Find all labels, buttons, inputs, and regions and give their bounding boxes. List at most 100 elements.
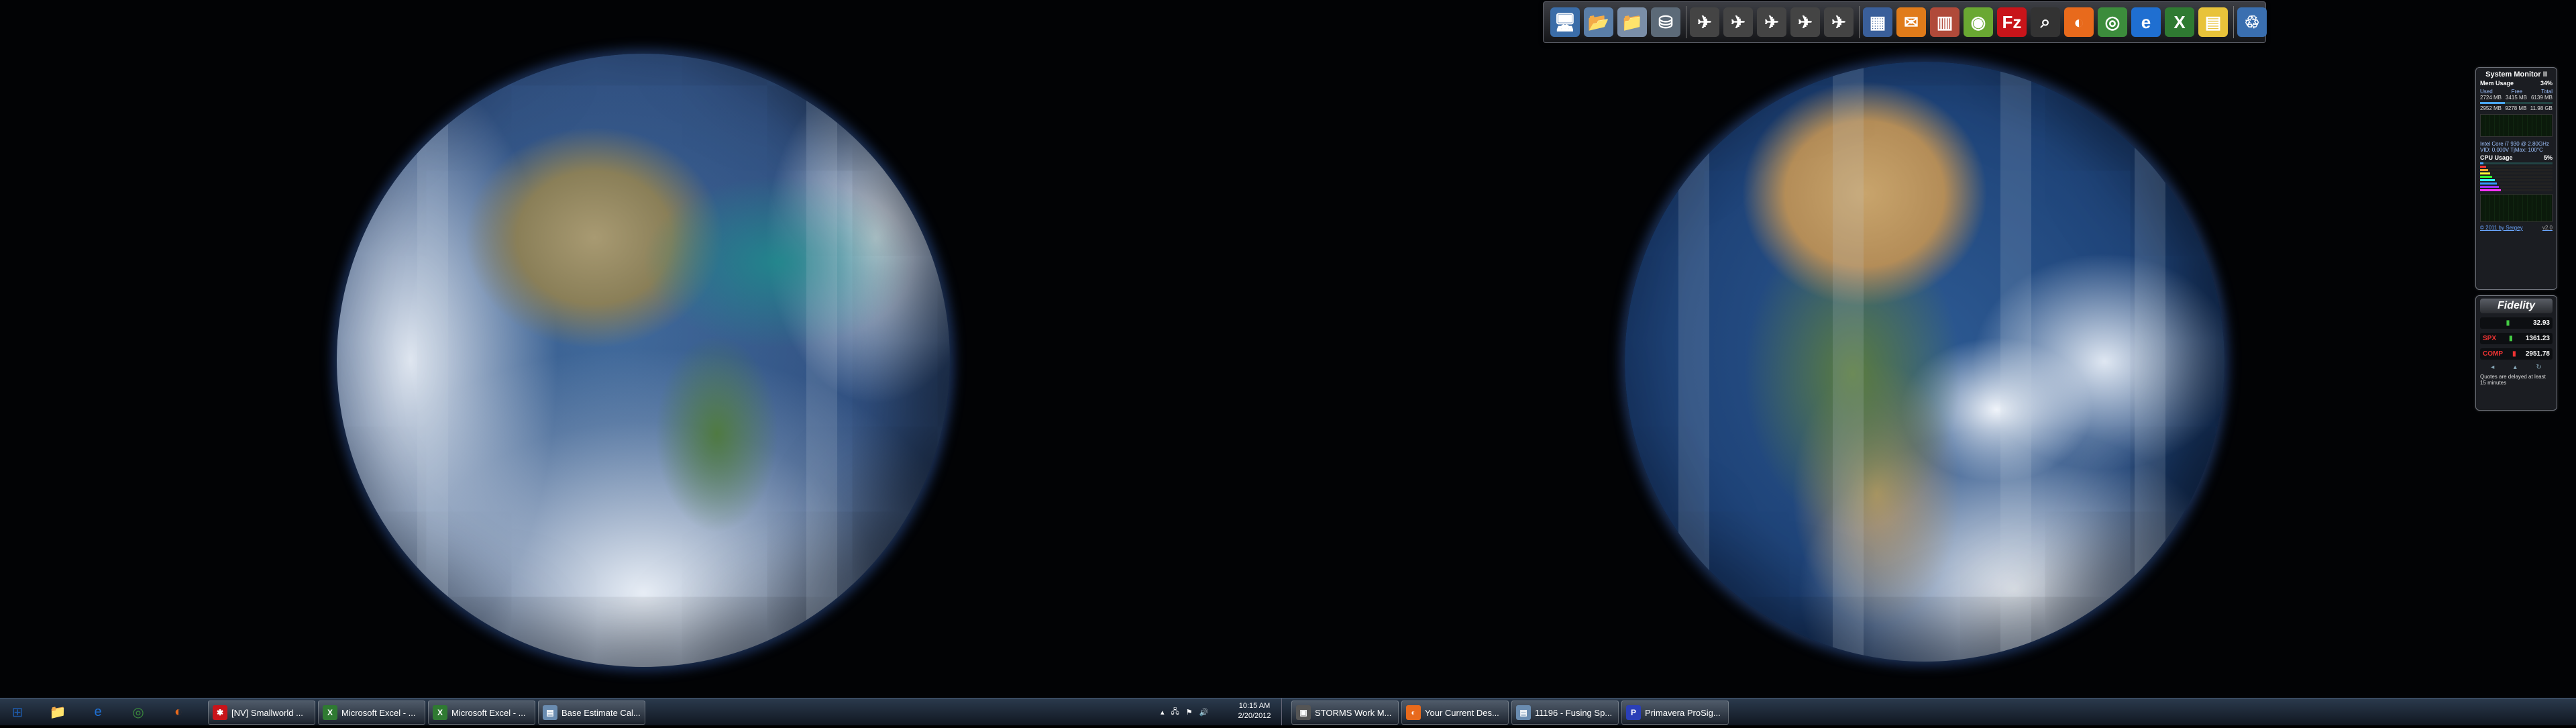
- plane-icon-4[interactable]: ✈: [1790, 7, 1820, 37]
- fidelity-brand-text: Fidelity: [2497, 300, 2535, 311]
- left-monitor-desktop[interactable]: [0, 0, 1288, 698]
- chrome-icon[interactable]: ◎: [123, 701, 153, 723]
- plane-icon-1[interactable]: ✈: [1690, 7, 1719, 37]
- plane-icon-2[interactable]: ✈: [1723, 7, 1753, 37]
- window-title-label: 11196 - Fusing Sp...: [1535, 707, 1613, 718]
- image-stripe: [417, 54, 448, 667]
- clock[interactable]: 10:15 AM 2/20/2012: [1231, 698, 1278, 728]
- fidelity-stock-gadget[interactable]: Fidelity ▮ 32.93 SPX ▮ 1361.23 COMP ▮ 2951.78 ◂…: [2475, 295, 2557, 411]
- show-desktop-button[interactable]: [1281, 698, 1287, 725]
- ie-icon[interactable]: e: [2131, 7, 2161, 37]
- stock-symbol: COMP: [2483, 350, 2503, 358]
- firefox-icon[interactable]: ◐: [164, 701, 193, 723]
- system-tray: ▴ 🖧 ⚑ 🔊: [1161, 698, 1228, 725]
- cpu-vid-line: VID: 0.000V TjMax: 100°C: [2480, 147, 2543, 153]
- fidelity-controls: ◂ ▴ ↻: [2481, 364, 2551, 371]
- image-stripe: [806, 54, 837, 667]
- fidelity-logo: Fidelity: [2480, 299, 2553, 313]
- mail-icon[interactable]: ✉: [1896, 7, 1926, 37]
- mem-row1-free: 3415 MB: [2505, 95, 2528, 101]
- taskbar-window-button[interactable]: ▤ Base Estimate Cal...: [538, 700, 645, 725]
- cpu-core-bar: [2480, 186, 2553, 188]
- window-title-label: Base Estimate Cal...: [561, 707, 641, 718]
- window-title-label: STORMS Work M...: [1315, 707, 1392, 718]
- mem-usage-percent: 34%: [2540, 80, 2553, 87]
- taskbar-window-button[interactable]: P Primavera ProSig...: [1621, 700, 1729, 725]
- chrome-icon[interactable]: ◎: [2098, 7, 2127, 37]
- drive-icon[interactable]: ⛁: [1651, 7, 1680, 37]
- excel-icon[interactable]: X: [2165, 7, 2194, 37]
- taskbar-window-button[interactable]: X Microsoft Excel - ...: [428, 700, 535, 725]
- explorer-icon[interactable]: 📁: [43, 701, 72, 723]
- window-app-icon: ▤: [543, 705, 557, 720]
- system-monitor-gadget[interactable]: System Monitor II Mem Usage 34% Used Fre…: [2475, 67, 2557, 290]
- taskbar-window-button[interactable]: ◐ Your Current Des...: [1401, 700, 1509, 725]
- cpu-usage-bar: [2480, 162, 2553, 164]
- window-title-label: Your Current Des...: [1425, 707, 1499, 718]
- dock-separator: [1859, 6, 1860, 38]
- firefox-icon[interactable]: ◐: [2064, 7, 2094, 37]
- mem-history-graph: [2480, 114, 2553, 137]
- stock-quote-list: ▮ 32.93 SPX ▮ 1361.23 COMP ▮ 2951.78: [2476, 317, 2557, 360]
- refresh-icon[interactable]: ↻: [2536, 364, 2541, 371]
- folder-icon[interactable]: 📂: [1584, 7, 1613, 37]
- taskbar-window-button[interactable]: ▤ 11196 - Fusing Sp...: [1511, 700, 1619, 725]
- stock-value: 2951.78: [2525, 350, 2550, 358]
- earth-americas-wallpaper: [337, 54, 950, 667]
- magnifier-icon[interactable]: ⌕: [2031, 7, 2060, 37]
- books-icon[interactable]: ▥: [1930, 7, 1960, 37]
- quote-delay-note: Quotes are delayed at least 15 minutes: [2480, 374, 2546, 386]
- window-app-icon: X: [433, 705, 447, 720]
- folder-open-icon[interactable]: 📁: [1617, 7, 1647, 37]
- mem-col-total: Total: [2541, 89, 2553, 95]
- tray-expand-icon[interactable]: ▴: [1161, 708, 1165, 717]
- android-icon[interactable]: ◉: [1964, 7, 1993, 37]
- stock-quote-row[interactable]: ▮ 32.93: [2480, 317, 2553, 329]
- computer-icon[interactable]: 🖥: [1550, 7, 1580, 37]
- taskbar-window-button[interactable]: ✱ [NV] Smallworld ...: [208, 700, 315, 725]
- stock-symbol: SPX: [2483, 335, 2497, 342]
- up-arrow-icon[interactable]: ▴: [2514, 364, 2517, 371]
- stock-quote-row[interactable]: COMP ▮ 2951.78: [2480, 348, 2553, 360]
- mem-col-free: Free: [2511, 89, 2523, 95]
- prev-arrow-icon[interactable]: ◂: [2491, 364, 2494, 371]
- taskbar: ⊞ 📁 e ◎ ◐ ✱ [NV] Smallworld ... X Microsoft Exc…: [0, 698, 2576, 725]
- stock-trend-indicator: ▮: [2512, 350, 2516, 358]
- plane-icon-3[interactable]: ✈: [1757, 7, 1786, 37]
- action-center-icon[interactable]: ⚑: [1186, 708, 1193, 717]
- image-stripe: [2000, 62, 2031, 662]
- recycle-bin-icon[interactable]: ♲: [2237, 7, 2267, 37]
- stock-trend-indicator: ▮: [2506, 319, 2510, 327]
- mem-usage-label: Mem Usage: [2480, 80, 2514, 87]
- cpu-history-graph: [2480, 194, 2553, 222]
- stock-value: 1361.23: [2525, 335, 2550, 342]
- cpu-core-bar: [2480, 179, 2553, 181]
- sticky-note-icon[interactable]: ▤: [2198, 7, 2228, 37]
- mem-row2-used: 2952 MB: [2480, 105, 2502, 111]
- system-monitor-footer-link[interactable]: © 2011 by Sergey: [2480, 225, 2523, 231]
- taskbar-window-button[interactable]: ▣ STORMS Work M...: [1291, 700, 1399, 725]
- start-button-icon[interactable]: ⊞: [3, 701, 32, 723]
- plane-icon-5[interactable]: ✈: [1824, 7, 1854, 37]
- system-monitor-title: System Monitor II: [2485, 70, 2547, 79]
- mem-row1-used: 2724 MB: [2480, 95, 2502, 101]
- ie-icon[interactable]: e: [83, 701, 113, 723]
- cpu-core-bar-fill: [2480, 179, 2495, 181]
- cpu-core-bar-fill: [2480, 169, 2488, 171]
- clock-time: 10:15 AM: [1238, 702, 1271, 710]
- stock-trend-indicator: ▮: [2509, 335, 2513, 342]
- dock-separator: [2233, 6, 2234, 38]
- cpu-usage-percent: 5%: [2543, 154, 2553, 161]
- network-icon[interactable]: 🖧: [1171, 706, 1179, 719]
- building-icon[interactable]: ▦: [1863, 7, 1892, 37]
- mem-usage-bar-fill: [2480, 102, 2505, 104]
- image-stripe: [1833, 62, 1864, 662]
- cpu-core-bar-fill: [2480, 176, 2493, 178]
- right-monitor-desktop[interactable]: 🖥 📂 📁 ⛁ ✈ ✈ ✈ ✈ ✈ ▦ ✉ ▥ ◉ Fz ⌕ ◐ ◎ e X ▤ ♲ System Monitor II…: [1288, 0, 2576, 698]
- stock-quote-row[interactable]: SPX ▮ 1361.23: [2480, 333, 2553, 344]
- volume-icon[interactable]: 🔊: [1199, 708, 1209, 717]
- filezilla-icon[interactable]: Fz: [1997, 7, 2027, 37]
- taskbar-window-button[interactable]: X Microsoft Excel - ...: [318, 700, 425, 725]
- window-title-label: Microsoft Excel - ...: [451, 707, 526, 718]
- cpu-core-bar: [2480, 183, 2553, 185]
